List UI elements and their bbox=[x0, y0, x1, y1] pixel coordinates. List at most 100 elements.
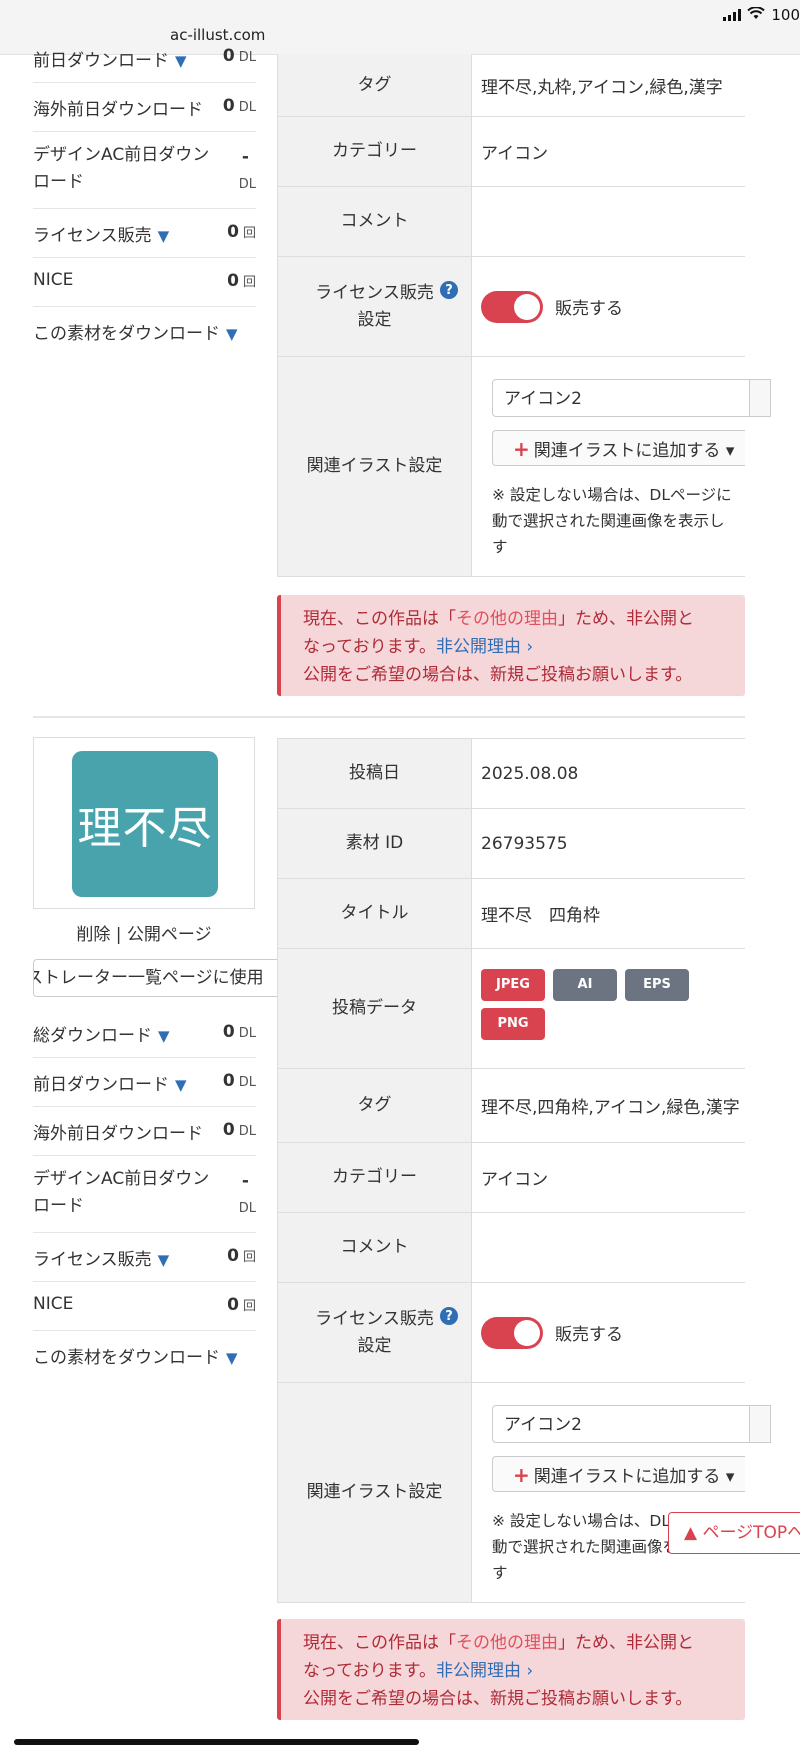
help-icon[interactable]: ? bbox=[440, 281, 458, 299]
format-badge-jpeg[interactable]: JPEG bbox=[481, 969, 545, 1001]
private-alert: 現在、この作品は「その他の理由」ため、非公開と なっております。非公開理由 › … bbox=[277, 1619, 745, 1720]
row-tags: タグ 理不尽,丸枠,アイコン,緑色,漢字 bbox=[277, 54, 745, 117]
triangle-down-icon[interactable]: ▼ bbox=[175, 52, 187, 70]
illustration-thumbnail[interactable]: 理不尽 bbox=[72, 751, 218, 897]
comment-header: コメント bbox=[277, 187, 472, 256]
material-id-header: 素材 ID bbox=[277, 809, 472, 878]
category-header: カテゴリー bbox=[277, 117, 472, 186]
row-license: ライセンス販売 設定? 販売する bbox=[277, 257, 745, 357]
illustrator-list-input[interactable]: ストレーター一覧ページに使用 bbox=[33, 959, 283, 997]
signal-icon bbox=[723, 9, 742, 21]
date-value: 2025.08.08 bbox=[481, 763, 579, 784]
triangle-down-icon[interactable]: ▼ bbox=[158, 227, 170, 245]
details-table: タグ 理不尽,丸枠,アイコン,緑色,漢字 カテゴリー アイコン コメント ライセ… bbox=[277, 54, 771, 577]
triangle-down-icon[interactable]: ▼ bbox=[226, 1349, 238, 1367]
related-item-field[interactable]: アイコン2 bbox=[492, 1405, 750, 1443]
stat-row-overseas: 海外前日ダウンロード 0 DL bbox=[33, 1107, 256, 1156]
triangle-down-icon[interactable]: ▼ bbox=[158, 1027, 170, 1045]
page-top-button[interactable]: ▲ ページTOPへ bbox=[668, 1512, 800, 1554]
license-toggle[interactable] bbox=[481, 290, 543, 323]
stat-row-nice: NICE 0回 bbox=[33, 1282, 256, 1331]
category-value: アイコン bbox=[481, 144, 549, 164]
row-material-id: 素材 ID 26793575 bbox=[277, 809, 745, 879]
stat-value: 0回 bbox=[227, 1246, 256, 1266]
stat-value: 0 DL bbox=[222, 46, 256, 66]
download-material-link[interactable]: この素材をダウンロード ▼ bbox=[33, 319, 238, 344]
material-id-value: 26793575 bbox=[481, 833, 568, 854]
stat-label: デザインAC前日ダウン ロード bbox=[33, 145, 210, 192]
plus-icon: + bbox=[513, 1463, 530, 1487]
stat-label: NICE bbox=[33, 1294, 74, 1314]
related-item-field[interactable]: アイコン2 bbox=[492, 379, 750, 417]
format-badge-png[interactable]: PNG bbox=[481, 1008, 545, 1040]
row-category: カテゴリー アイコン bbox=[277, 117, 745, 187]
stat-label: デザインAC前日ダウン ロード bbox=[33, 1169, 210, 1216]
stat-row-prev-day: 前日ダウンロード ▼ 0 DL bbox=[33, 46, 256, 83]
download-material-link[interactable]: この素材をダウンロード ▼ bbox=[33, 1343, 238, 1368]
license-toggle-label: 販売する bbox=[555, 299, 623, 319]
category-value: アイコン bbox=[481, 1170, 549, 1190]
title-value: 理不尽 四角枠 bbox=[481, 906, 600, 926]
comment-value bbox=[481, 187, 745, 256]
add-related-button[interactable]: + 関連イラストに追加する ▾ bbox=[492, 1456, 745, 1492]
row-license: ライセンス販売 設定? 販売する bbox=[277, 1283, 745, 1383]
stats-list: 前日ダウンロード ▼ 0 DL 海外前日ダウンロード 0 DL デザインAC前日ダウン… bbox=[33, 46, 256, 355]
wifi-icon bbox=[747, 6, 766, 24]
triangle-down-icon[interactable]: ▼ bbox=[226, 325, 238, 343]
stats-list-2: 総ダウンロード ▼ 0 DL 前日ダウンロード ▼ 0 DL 海外前日ダウンロード 0D… bbox=[33, 1009, 256, 1379]
stat-label[interactable]: 前日ダウンロード ▼ bbox=[33, 46, 187, 71]
row-comment: コメント bbox=[277, 187, 745, 257]
stat-value: 0回 bbox=[227, 1295, 256, 1315]
private-reason-link[interactable]: 非公開理由 › bbox=[436, 1661, 533, 1681]
stat-value: 0回 bbox=[227, 222, 256, 242]
license-value: 販売する bbox=[481, 257, 745, 356]
stat-label: 海外前日ダウンロード bbox=[33, 100, 203, 120]
format-badge-ai[interactable]: AI bbox=[553, 969, 617, 1001]
triangle-down-icon[interactable]: ▼ bbox=[158, 1251, 170, 1269]
status-icons: 100 bbox=[723, 6, 800, 24]
tags-header: タグ bbox=[277, 1069, 472, 1142]
stat-label[interactable]: ライセンス販売 ▼ bbox=[33, 221, 169, 246]
stat-label: 海外前日ダウンロード bbox=[33, 1124, 203, 1144]
thumb-links: 削除 | 公開ページ bbox=[76, 925, 212, 945]
row-title: タイトル 理不尽 四角枠 bbox=[277, 879, 745, 949]
related-delete-button[interactable]: 削除 bbox=[750, 379, 771, 417]
stat-value: - DL bbox=[238, 1171, 256, 1216]
tags-value: 理不尽,丸枠,アイコン,緑色,漢字 bbox=[481, 77, 723, 98]
add-related-button[interactable]: + 関連イラストに追加する ▾ bbox=[492, 430, 745, 466]
public-page-link[interactable]: 公開ページ bbox=[127, 925, 212, 945]
triangle-down-icon[interactable]: ▼ bbox=[175, 1076, 187, 1094]
related-delete-button[interactable]: 削除 bbox=[750, 1405, 771, 1443]
stat-value: 0回 bbox=[227, 271, 256, 291]
row-tags: タグ 理不尽,四角枠,アイコン,緑色,漢字 bbox=[277, 1069, 745, 1143]
stat-value: 0 DL bbox=[222, 1120, 256, 1140]
home-indicator[interactable] bbox=[14, 1739, 419, 1745]
related-header: 関連イラスト設定 bbox=[277, 357, 472, 576]
stat-label[interactable]: 総ダウンロード ▼ bbox=[33, 1021, 170, 1046]
private-reason-link[interactable]: 非公開理由 › bbox=[436, 637, 533, 657]
comment-value bbox=[481, 1213, 745, 1282]
thumbnail-box: 理不尽 bbox=[33, 737, 255, 909]
stat-label[interactable]: ライセンス販売 ▼ bbox=[33, 1245, 169, 1270]
delete-link[interactable]: 削除 bbox=[76, 925, 110, 945]
row-comment: コメント bbox=[277, 1213, 745, 1283]
license-toggle-label: 販売する bbox=[555, 1325, 623, 1345]
row-date: 投稿日 2025.08.08 bbox=[277, 739, 745, 809]
stat-row-design-ac: デザインAC前日ダウン ロード - DL bbox=[33, 1156, 256, 1233]
format-badges: JPEG AI EPS PNG bbox=[481, 949, 745, 1068]
stat-row-overseas: 海外前日ダウンロード 0 DL bbox=[33, 83, 256, 132]
tags-header: タグ bbox=[277, 54, 472, 116]
section-divider bbox=[33, 716, 745, 718]
license-toggle[interactable] bbox=[481, 1316, 543, 1349]
stat-row-design-ac: デザインAC前日ダウン ロード - DL bbox=[33, 132, 256, 209]
related-note: ※ 設定しない場合は、DLページに 動で選択された関連画像を表示しす bbox=[492, 486, 732, 556]
format-badge-eps[interactable]: EPS bbox=[625, 969, 689, 1001]
battery-label: 100 bbox=[771, 6, 800, 24]
url-label[interactable]: ac-illust.com bbox=[170, 26, 265, 44]
plus-icon: + bbox=[513, 437, 530, 461]
stat-label[interactable]: 前日ダウンロード ▼ bbox=[33, 1070, 187, 1095]
details-table-2: 投稿日 2025.08.08 素材 ID 26793575 タイトル 理不尽 四… bbox=[277, 738, 771, 1603]
help-icon[interactable]: ? bbox=[440, 1307, 458, 1325]
date-header: 投稿日 bbox=[277, 739, 472, 808]
stat-label: NICE bbox=[33, 270, 74, 290]
